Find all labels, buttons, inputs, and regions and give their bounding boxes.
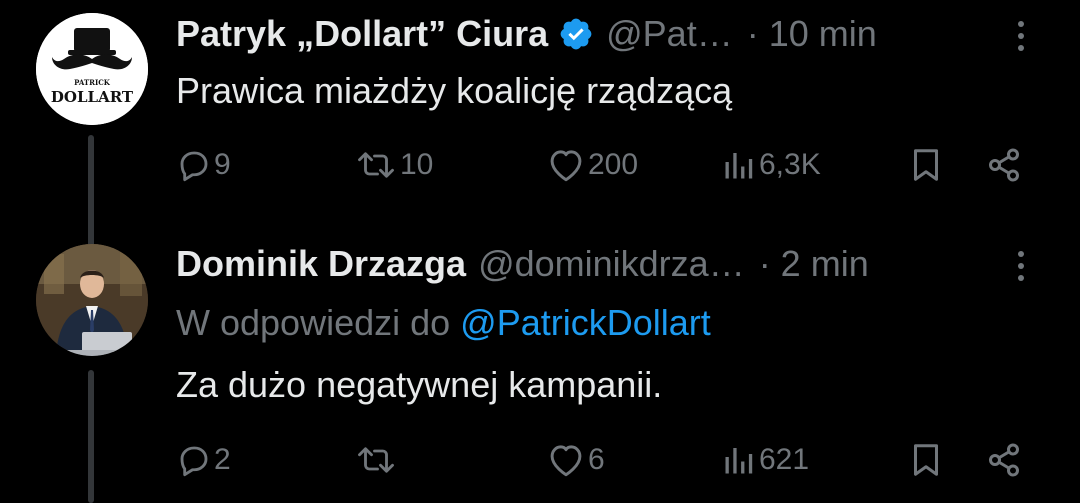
- like-icon: [550, 445, 582, 477]
- reply-count: 9: [214, 148, 231, 181]
- retweet-icon: [358, 152, 394, 178]
- retweet-icon: [358, 447, 394, 473]
- person-photo-icon: [36, 244, 148, 356]
- tweet[interactable]: Dominik Drzazga @dominikdrza… · 2 min W …: [0, 222, 1080, 503]
- reply-button[interactable]: 2: [176, 440, 231, 480]
- tweet-text: Za dużo negatywnej kampanii.: [176, 364, 663, 405]
- views-button[interactable]: 621: [721, 440, 809, 480]
- timestamp[interactable]: · 2 min: [759, 243, 869, 285]
- avatar-text-line2: DOLLART: [51, 88, 134, 106]
- reply-context: W odpowiedzi do @PatrickDollart: [176, 302, 711, 344]
- more-icon[interactable]: [1014, 248, 1028, 284]
- tweet-text: Prawica miażdży koalicję rządzącą: [176, 70, 733, 111]
- reply-button[interactable]: 9: [176, 145, 231, 185]
- thread-connector: [88, 370, 94, 503]
- share-button[interactable]: [986, 145, 1022, 185]
- like-button[interactable]: 6: [546, 440, 605, 480]
- like-icon: [550, 150, 582, 182]
- views-icon: [725, 153, 753, 179]
- author-name[interactable]: Dominik Drzazga: [176, 243, 466, 285]
- tweet-actions: 2 6 621: [176, 440, 1040, 480]
- tweet[interactable]: PATRICK DOLLART Patryk „Dollart” Ciura @…: [0, 0, 1080, 255]
- avatar[interactable]: PATRICK DOLLART: [36, 13, 148, 125]
- reply-mention-link[interactable]: @PatrickDollart: [460, 302, 711, 343]
- reply-prefix: W odpowiedzi do: [176, 302, 451, 343]
- views-button[interactable]: 6,3K: [721, 145, 821, 185]
- verified-badge-icon: [558, 16, 594, 52]
- author-handle[interactable]: @Pat…: [606, 13, 733, 55]
- views-icon: [725, 448, 753, 474]
- views-count: 621: [759, 443, 810, 476]
- share-button[interactable]: [986, 440, 1022, 480]
- views-count: 6,3K: [759, 148, 821, 181]
- retweet-count: 10: [400, 148, 434, 181]
- retweet-button[interactable]: 10: [354, 145, 433, 185]
- share-icon: [989, 148, 1019, 182]
- tweet-actions: 9 10 200 6,3K: [176, 145, 1040, 185]
- reply-count: 2: [214, 443, 231, 476]
- bookmark-icon: [914, 149, 938, 181]
- avatar-text-line1: PATRICK: [74, 78, 111, 87]
- tweet-header: Dominik Drzazga @dominikdrza… · 2 min: [176, 240, 1020, 288]
- author-handle[interactable]: @dominikdrza…: [478, 243, 745, 285]
- avatar[interactable]: [36, 244, 148, 356]
- author-name[interactable]: Patryk „Dollart” Ciura: [176, 13, 548, 55]
- like-count: 200: [588, 148, 639, 181]
- reply-icon: [180, 446, 208, 477]
- retweet-button[interactable]: [354, 440, 400, 480]
- reply-icon: [180, 151, 208, 182]
- share-icon: [989, 443, 1019, 477]
- bookmark-button[interactable]: [909, 145, 943, 185]
- tweet-header: Patryk „Dollart” Ciura @Pat… · 10 min: [176, 10, 1020, 58]
- like-button[interactable]: 200: [546, 145, 638, 185]
- mustache-logo-icon: PATRICK DOLLART: [36, 13, 148, 125]
- more-icon[interactable]: [1014, 18, 1028, 54]
- timestamp[interactable]: · 10 min: [747, 13, 877, 55]
- bookmark-button[interactable]: [909, 440, 943, 480]
- like-count: 6: [588, 443, 605, 476]
- bookmark-icon: [914, 444, 938, 476]
